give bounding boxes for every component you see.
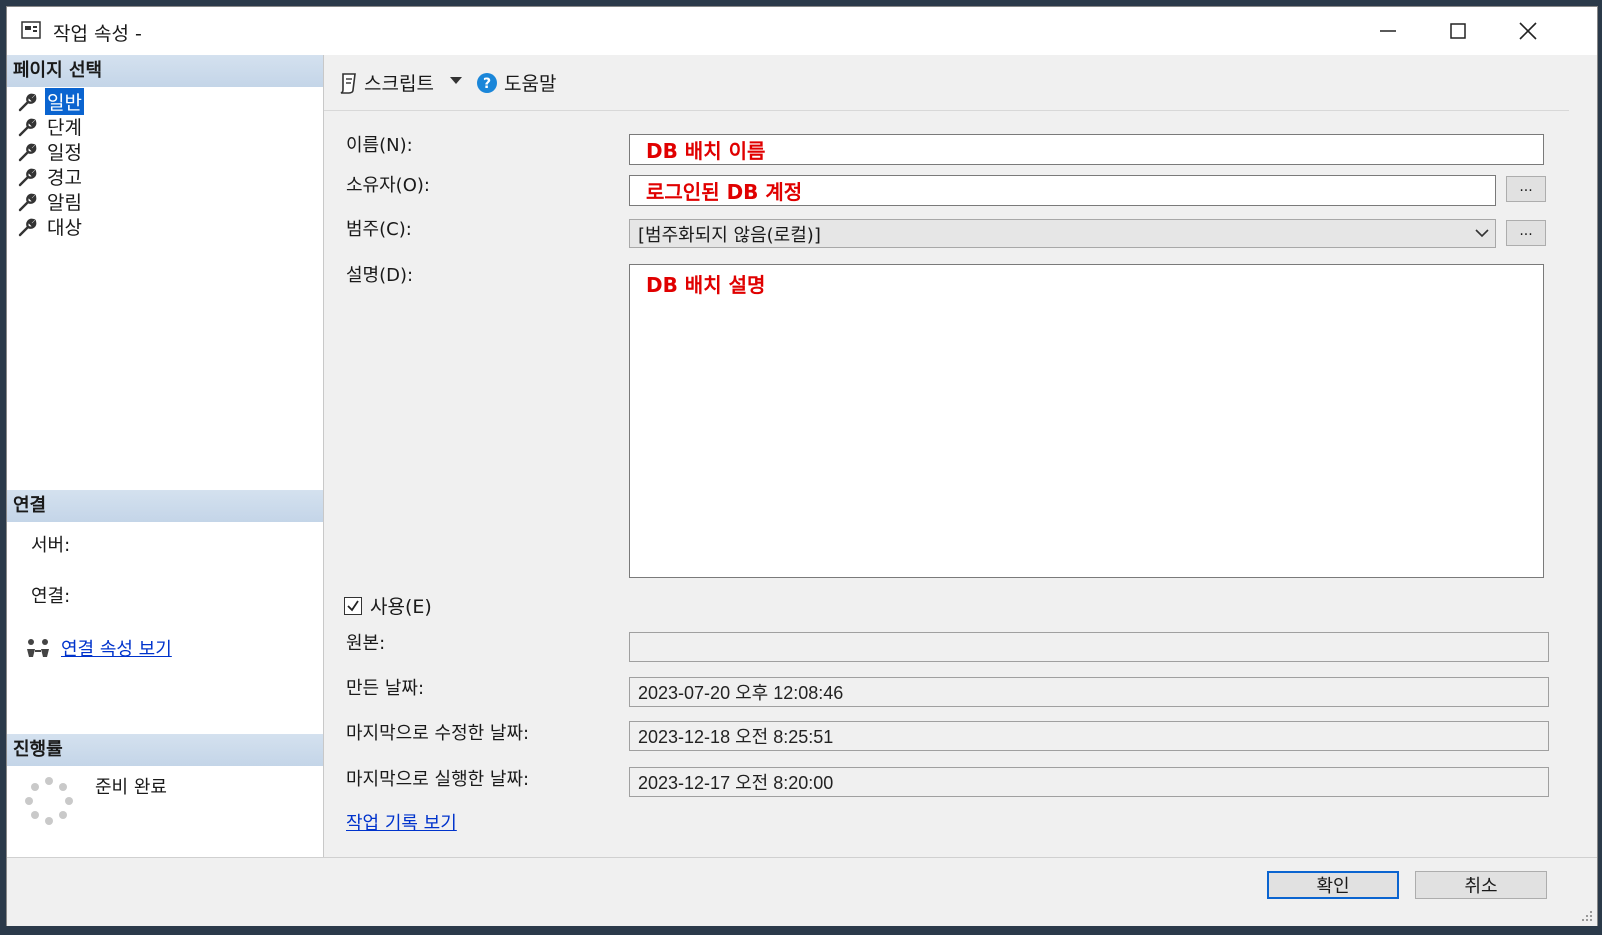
close-button[interactable] [1493, 7, 1563, 55]
wrench-icon [18, 118, 37, 136]
page-list: 일반 단계 일정 경고 알림 대상 [17, 88, 84, 239]
wrench-icon [18, 143, 37, 161]
job-properties-window: 작업 속성 - 페이지 선택 일반 단계 일정 경고 알림 대상 연결 서버: … [6, 6, 1598, 926]
title-bar: 작업 속성 - [7, 7, 1597, 56]
progress-area: 준비 완료 [25, 773, 315, 843]
page-item-label: 알림 [47, 192, 82, 214]
chevron-down-icon [1475, 229, 1489, 238]
source-field [629, 632, 1549, 662]
source-label: 원본: [346, 633, 386, 654]
page-item-notifications[interactable]: 알림 [17, 189, 84, 214]
owner-browse-button[interactable]: ... [1506, 176, 1546, 202]
caret-down-icon [450, 77, 462, 84]
category-select[interactable]: [범주화되지 않음(로컬)] [629, 219, 1496, 248]
progress-status: 준비 완료 [95, 777, 167, 798]
page-item-label: 일반 [45, 88, 84, 115]
name-input[interactable]: DB 배치 이름 [629, 134, 1544, 165]
category-browse-button[interactable]: ... [1506, 220, 1546, 246]
page-item-steps[interactable]: 단계 [17, 114, 84, 139]
wrench-icon [18, 193, 37, 211]
toolbar: 스크립트 ? 도움말 [324, 55, 1569, 111]
script-dropdown-button[interactable] [450, 77, 462, 85]
script-icon [340, 72, 356, 94]
enabled-checkbox-row[interactable]: 사용(E) [344, 592, 432, 619]
maximize-icon [1450, 23, 1466, 39]
executed-label: 마지막으로 실행한 날짜: [346, 769, 530, 790]
window-icon [21, 21, 41, 39]
description-label: 설명(D): [346, 265, 414, 286]
minimize-icon [1380, 30, 1396, 32]
name-label: 이름(N): [346, 135, 413, 156]
description-textarea[interactable]: DB 배치 설명 [629, 264, 1544, 578]
wrench-icon [18, 218, 37, 236]
page-item-schedules[interactable]: 일정 [17, 139, 84, 164]
page-item-label: 경고 [47, 167, 82, 189]
connection-properties-icon [27, 639, 49, 657]
page-select-header: 페이지 선택 [7, 55, 323, 87]
progress-header: 진행률 [7, 734, 323, 766]
page-item-general[interactable]: 일반 [17, 88, 84, 115]
page-item-label: 대상 [47, 217, 82, 239]
enabled-label: 사용(E) [370, 596, 432, 618]
server-label: 서버: [31, 535, 71, 556]
script-button[interactable]: 스크립트 [338, 69, 434, 96]
close-icon [1519, 22, 1537, 40]
help-icon: ? [477, 72, 497, 93]
page-item-label: 단계 [47, 117, 82, 139]
modified-label: 마지막으로 수정한 날짜: [346, 723, 530, 744]
category-value: [범주화되지 않음(로컬)] [638, 224, 821, 246]
owner-label: 소유자(O): [346, 175, 430, 196]
enabled-checkbox[interactable] [344, 596, 362, 615]
left-panel: 페이지 선택 일반 단계 일정 경고 알림 대상 연결 서버: 연결: 연결 속… [7, 55, 324, 857]
page-item-targets[interactable]: 대상 [17, 214, 84, 239]
help-button[interactable]: ? 도움말 [476, 69, 556, 96]
ok-button[interactable]: 확인 [1267, 871, 1399, 899]
cancel-button[interactable]: 취소 [1415, 871, 1547, 899]
created-label: 만든 날짜: [346, 678, 425, 699]
page-item-alerts[interactable]: 경고 [17, 164, 84, 189]
check-icon [347, 600, 359, 611]
minimize-button[interactable] [1353, 7, 1423, 55]
progress-spinner-icon [25, 777, 73, 825]
view-connection-row: 연결 속성 보기 [25, 635, 172, 661]
created-field: 2023-07-20 오후 12:08:46 [629, 677, 1549, 707]
view-job-history-link[interactable]: 작업 기록 보기 [346, 809, 457, 835]
executed-field: 2023-12-17 오전 8:20:00 [629, 767, 1549, 797]
help-label: 도움말 [504, 73, 557, 95]
category-label: 범주(C): [346, 219, 412, 240]
page-item-label: 일정 [47, 142, 82, 164]
maximize-button[interactable] [1423, 7, 1493, 55]
dialog-footer: 확인 취소 [7, 857, 1597, 926]
wrench-icon [18, 168, 37, 186]
svg-text:?: ? [483, 76, 491, 92]
script-label: 스크립트 [364, 73, 434, 95]
wrench-icon [18, 93, 37, 111]
modified-field: 2023-12-18 오전 8:25:51 [629, 721, 1549, 751]
connection-header: 연결 [7, 490, 323, 522]
view-connection-properties-link[interactable]: 연결 속성 보기 [61, 635, 172, 661]
general-page: 스크립트 ? 도움말 이름(N): DB 배치 이름 소유자(O): 로그인된 … [324, 55, 1597, 857]
window-title: 작업 속성 - [53, 23, 142, 45]
owner-input[interactable]: 로그인된 DB 계정 [629, 175, 1496, 206]
resize-grip-icon[interactable] [1581, 910, 1593, 922]
connection-label: 연결: [31, 586, 71, 607]
